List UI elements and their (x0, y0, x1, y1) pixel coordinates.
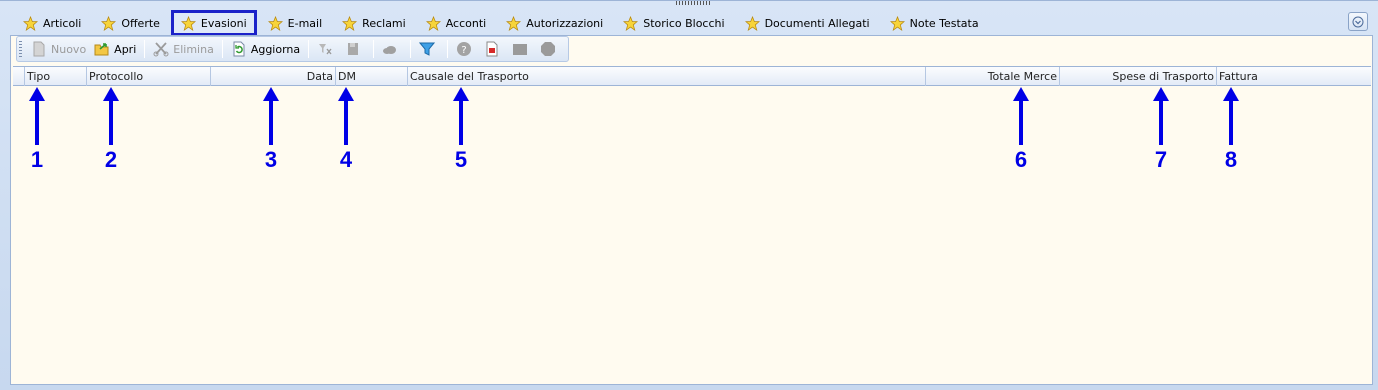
nuovo-label: Nuovo (51, 42, 87, 56)
new-document-icon (33, 41, 45, 57)
toolbar-separator (447, 40, 449, 58)
toolbar-separator (308, 40, 310, 58)
annotation-arrow (453, 87, 469, 145)
document-button[interactable] (341, 38, 369, 60)
toolbar-separator (221, 40, 223, 58)
annotation-arrow (263, 87, 279, 145)
tab-label: Reclami (362, 16, 406, 30)
refresh-icon (233, 41, 245, 57)
annotation-number: 7 (1154, 147, 1168, 172)
annotation-number: 2 (104, 147, 118, 172)
annotation-number: 8 (1224, 147, 1238, 172)
funnel-icon (419, 42, 436, 56)
help-icon: ? (457, 42, 472, 56)
star-icon (342, 15, 358, 31)
tab-label: Articoli (43, 16, 82, 30)
tab-label: Documenti Allegati (764, 16, 870, 30)
apri-label: Apri (114, 42, 137, 56)
tab-evasioni[interactable]: Evasioni (170, 10, 257, 36)
cloud-button[interactable] (378, 38, 406, 60)
tab-documenti-allegati[interactable]: Documenti Allegati (736, 10, 879, 36)
annotation-number: 4 (339, 147, 353, 172)
annotation-number: 1 (30, 147, 44, 172)
grid-icon (513, 44, 528, 55)
tab-label: Autorizzazioni (526, 16, 604, 30)
cloud-icon (383, 46, 397, 54)
open-folder-icon (94, 43, 109, 56)
column-header-fattura[interactable]: Fattura (1217, 67, 1371, 86)
nuovo-button[interactable]: Nuovo (27, 38, 90, 60)
apri-button[interactable]: Apri (90, 38, 140, 60)
star-icon (23, 15, 38, 31)
chevron-down-icon (1352, 16, 1364, 27)
star-icon (506, 15, 522, 31)
stop-icon (541, 42, 556, 56)
toolbar-separator (373, 40, 375, 58)
pdf-button[interactable] (480, 38, 508, 60)
tab-offerte[interactable]: Offerte (92, 10, 169, 36)
annotation-arrow (1223, 87, 1239, 145)
aggiorna-label: Aggiorna (250, 42, 301, 56)
aggiorna-button[interactable]: Aggiorna (227, 38, 304, 60)
tab-label: Acconti (445, 16, 487, 30)
column-header-protocollo[interactable]: Protocollo (87, 67, 211, 86)
tab-label: E-mail (287, 16, 323, 30)
annotation-arrow (1153, 87, 1169, 145)
annotation-arrow (338, 87, 354, 145)
column-header-dm[interactable]: DM (336, 67, 408, 86)
scissors-icon (153, 42, 169, 57)
document-icon (348, 43, 359, 55)
annotation-number: 5 (454, 147, 468, 172)
help-button[interactable]: ? (452, 38, 480, 60)
annotation-arrow (29, 87, 45, 145)
tab-acconti[interactable]: Acconti (417, 10, 496, 36)
filter-button[interactable] (415, 38, 443, 60)
svg-text:?: ? (461, 45, 466, 56)
star-icon (889, 15, 905, 31)
column-header-tipo[interactable]: Tipo (25, 67, 87, 86)
column-header-spese-trasporto[interactable]: Spese di Trasporto (1060, 67, 1217, 86)
column-header-totale-merce[interactable]: Totale Merce (926, 67, 1060, 86)
toolbar-grip[interactable] (19, 41, 22, 57)
tab-label: Evasioni (200, 16, 247, 30)
clear-filter-button[interactable] (313, 38, 341, 60)
tab-reclami[interactable]: Reclami (333, 10, 415, 36)
tab-email[interactable]: E-mail (259, 10, 332, 36)
tab-articoli[interactable]: Articoli (14, 10, 90, 36)
grid-view-button[interactable] (508, 38, 536, 60)
star-icon (267, 15, 283, 31)
toolbar-separator (144, 40, 146, 58)
elimina-label: Elimina (173, 42, 214, 56)
tab-storico-blocchi[interactable]: Storico Blocchi (614, 10, 733, 36)
tab-autorizzazioni[interactable]: Autorizzazioni (497, 10, 612, 36)
splitter-grip[interactable] (676, 1, 710, 5)
star-icon (623, 15, 639, 31)
toolbar-separator (410, 40, 412, 58)
clear-filter-icon (319, 44, 332, 55)
annotation-arrow (103, 87, 119, 145)
window-frame: Articoli Offerte Evasioni E-mail Reclami… (0, 0, 1378, 390)
tab-label: Storico Blocchi (643, 16, 725, 30)
annotation-arrow (1013, 87, 1029, 145)
annotation-number: 6 (1014, 147, 1028, 172)
collapse-button[interactable] (1348, 12, 1368, 31)
star-icon (425, 15, 441, 31)
tab-label: Offerte (121, 16, 160, 30)
grid-header: Tipo Protocollo Data DM Causale del Tras… (13, 66, 1371, 86)
tab-label: Note Testata (909, 16, 979, 30)
row-indicator-header (13, 67, 25, 86)
elimina-button[interactable]: Elimina (149, 38, 218, 60)
toolbar: Nuovo Apri Elimina Aggiorna ? (16, 36, 570, 62)
star-icon (101, 15, 117, 31)
annotation-number: 3 (264, 147, 278, 172)
pdf-icon (486, 41, 498, 57)
star-icon (744, 15, 760, 31)
tab-strip: Articoli Offerte Evasioni E-mail Reclami… (14, 9, 990, 37)
octagon-button[interactable] (536, 38, 564, 60)
column-header-data[interactable]: Data (211, 67, 336, 86)
tab-note-testata[interactable]: Note Testata (881, 10, 988, 36)
column-header-causale[interactable]: Causale del Trasporto (408, 67, 926, 86)
star-icon (180, 15, 196, 31)
